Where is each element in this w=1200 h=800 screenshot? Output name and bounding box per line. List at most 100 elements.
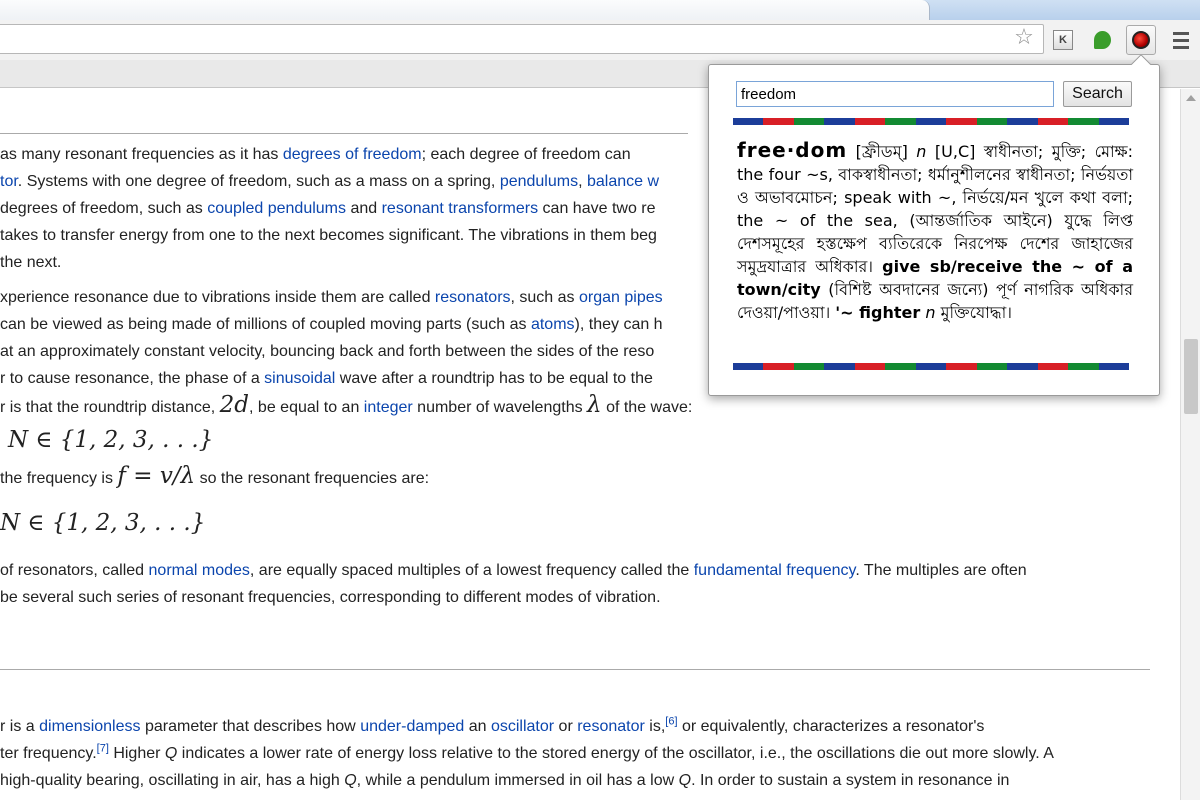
text-span: as many resonant frequencies as it has bbox=[0, 146, 283, 163]
stripe-segment bbox=[793, 363, 825, 370]
article-text-line: xperience resonance due to vibrations in… bbox=[0, 288, 663, 308]
text-span: , while a pendulum immersed in oil has a… bbox=[356, 772, 679, 789]
text-span: . The multiples are often bbox=[855, 562, 1027, 579]
page-scrollbar[interactable] bbox=[1180, 89, 1200, 800]
dictionary-popup: Search free·dom [ফ্রীডম্] n [U,C] স্বাধী… bbox=[708, 54, 1160, 396]
entry-definition: স্বাধীনতা; মুক্তি; মোক্ষ: the four ~s, ব… bbox=[737, 142, 1133, 322]
text-span: , are equally spaced multiples of a lowe… bbox=[249, 562, 694, 579]
text-span: , be equal to an bbox=[249, 399, 364, 416]
article-text-line: r to cause resonance, the phase of a sin… bbox=[0, 369, 653, 389]
math-formula: N ∈ {1, 2, 3, . . .} bbox=[8, 427, 214, 453]
italic-text: Q bbox=[164, 745, 178, 762]
stripe-segment bbox=[824, 363, 855, 370]
stripe-segment bbox=[915, 118, 947, 125]
text-span: ), they can h bbox=[574, 316, 663, 333]
section-divider bbox=[0, 133, 688, 134]
article-text-line: of resonators, called normal modes, are … bbox=[0, 561, 1027, 581]
text-span: indicates a lower rate of energy loss re… bbox=[177, 745, 1054, 762]
article-link[interactable]: fundamental frequency bbox=[694, 562, 856, 579]
article-link[interactable]: resonator bbox=[577, 718, 645, 735]
article-link[interactable]: oscillator bbox=[491, 718, 554, 735]
dictionary-search-button[interactable]: Search bbox=[1063, 81, 1132, 107]
stripe-segment bbox=[763, 118, 794, 125]
math-formula: N ∈ {1, 2, 3, . . .} bbox=[0, 510, 206, 536]
article-link[interactable]: under-damped bbox=[360, 718, 464, 735]
article-link[interactable]: dimensionless bbox=[39, 718, 140, 735]
dictionary-search-input[interactable] bbox=[736, 81, 1054, 107]
text-span: takes to transfer energy from one to the… bbox=[0, 227, 657, 244]
entry-text: মুক্তিযোদ্ধা। bbox=[935, 303, 1012, 322]
entry-headword: free·dom bbox=[737, 138, 848, 162]
stripe-segment bbox=[976, 363, 1008, 370]
article-link[interactable]: normal modes bbox=[149, 562, 250, 579]
stripe-segment bbox=[976, 118, 1008, 125]
article-text-line: r is a dimensionless parameter that desc… bbox=[0, 716, 985, 737]
text-span: r is that the roundtrip distance, bbox=[0, 399, 220, 416]
stripe-segment bbox=[1037, 363, 1069, 370]
text-span: can be viewed as being made of millions … bbox=[0, 316, 531, 333]
stripe-segment bbox=[733, 118, 764, 125]
text-span: of resonators, called bbox=[0, 562, 149, 579]
article-text-line: takes to transfer energy from one to the… bbox=[0, 226, 657, 246]
article-text-line: high-quality bearing, oscillating in air… bbox=[0, 771, 1009, 791]
text-span: degrees of freedom, such as bbox=[0, 200, 208, 217]
scroll-thumb[interactable] bbox=[1184, 339, 1198, 414]
evernote-extension-icon[interactable] bbox=[1089, 27, 1115, 53]
article-text-line: the next. bbox=[0, 253, 61, 273]
stripe-segment bbox=[1037, 118, 1069, 125]
text-span: ; each degree of freedom can bbox=[421, 146, 631, 163]
article-text-line: the frequency is f = v/λ so the resonant… bbox=[0, 465, 429, 489]
browser-tab[interactable] bbox=[0, 0, 930, 21]
stripe-segment bbox=[946, 363, 977, 370]
text-span: and bbox=[346, 200, 382, 217]
article-link[interactable]: balance w bbox=[587, 173, 659, 190]
text-span: high-quality bearing, oscillating in air… bbox=[0, 772, 345, 789]
math-formula: λ bbox=[587, 392, 602, 418]
browser-toolbar: ☆ K bbox=[0, 20, 1200, 60]
text-span: be several such series of resonant frequ… bbox=[0, 589, 661, 606]
article-link[interactable]: resonant transformers bbox=[382, 200, 539, 217]
article-link[interactable]: organ pipes bbox=[579, 289, 663, 306]
citation-link[interactable]: [6] bbox=[665, 716, 677, 728]
text-span: the next. bbox=[0, 254, 62, 271]
stripe-segment bbox=[854, 118, 886, 125]
window-titlebar bbox=[0, 0, 1200, 21]
color-stripe-top bbox=[733, 118, 1130, 125]
text-span: the frequency is bbox=[0, 470, 118, 487]
article-link[interactable]: pendulums bbox=[500, 173, 578, 190]
stripe-segment bbox=[1007, 363, 1038, 370]
article-link[interactable]: tor bbox=[0, 173, 18, 190]
stripe-segment bbox=[854, 363, 886, 370]
text-span: ter frequency. bbox=[0, 745, 97, 762]
article-link[interactable]: degrees of freedom bbox=[283, 146, 422, 163]
bookmark-star-icon[interactable]: ☆ bbox=[1011, 24, 1037, 50]
article-link[interactable]: sinusoidal bbox=[264, 370, 335, 387]
address-bar[interactable] bbox=[0, 24, 1044, 54]
entry-grammar: [U,C] bbox=[934, 142, 976, 161]
stripe-segment bbox=[946, 118, 977, 125]
entry-text: স্বাধীনতা; মুক্তি; মোক্ষ: the four ~s, ব… bbox=[737, 142, 1134, 276]
browser-menu-icon[interactable] bbox=[1168, 27, 1194, 53]
stripe-segment bbox=[885, 363, 916, 370]
k-extension-icon[interactable]: K bbox=[1050, 27, 1076, 53]
text-span: xperience resonance due to vibrations in… bbox=[0, 289, 435, 306]
dictionary-extension-icon[interactable] bbox=[1126, 25, 1156, 55]
section-divider bbox=[0, 669, 1150, 670]
article-text-line: as many resonant frequencies as it has d… bbox=[0, 145, 631, 165]
text-span: . In order to sustain a system in resona… bbox=[691, 772, 1010, 789]
article-link[interactable]: resonators bbox=[435, 289, 511, 306]
scroll-up-arrow-icon[interactable] bbox=[1186, 95, 1196, 101]
text-span: Higher bbox=[108, 745, 165, 762]
stripe-segment bbox=[885, 118, 916, 125]
text-span: or equivalently, characterizes a resonat… bbox=[677, 718, 985, 735]
math-formula: 2d bbox=[219, 392, 250, 418]
stripe-segment bbox=[1068, 363, 1099, 370]
stripe-segment bbox=[824, 118, 855, 125]
citation-link[interactable]: [7] bbox=[97, 743, 109, 755]
article-link[interactable]: atoms bbox=[531, 316, 575, 333]
italic-text: Q bbox=[678, 772, 692, 789]
article-link[interactable]: integer bbox=[364, 399, 413, 416]
entry-phrase: '~ fighter bbox=[835, 303, 921, 322]
article-link[interactable]: coupled pendulums bbox=[207, 200, 346, 217]
text-span: , bbox=[578, 173, 587, 190]
